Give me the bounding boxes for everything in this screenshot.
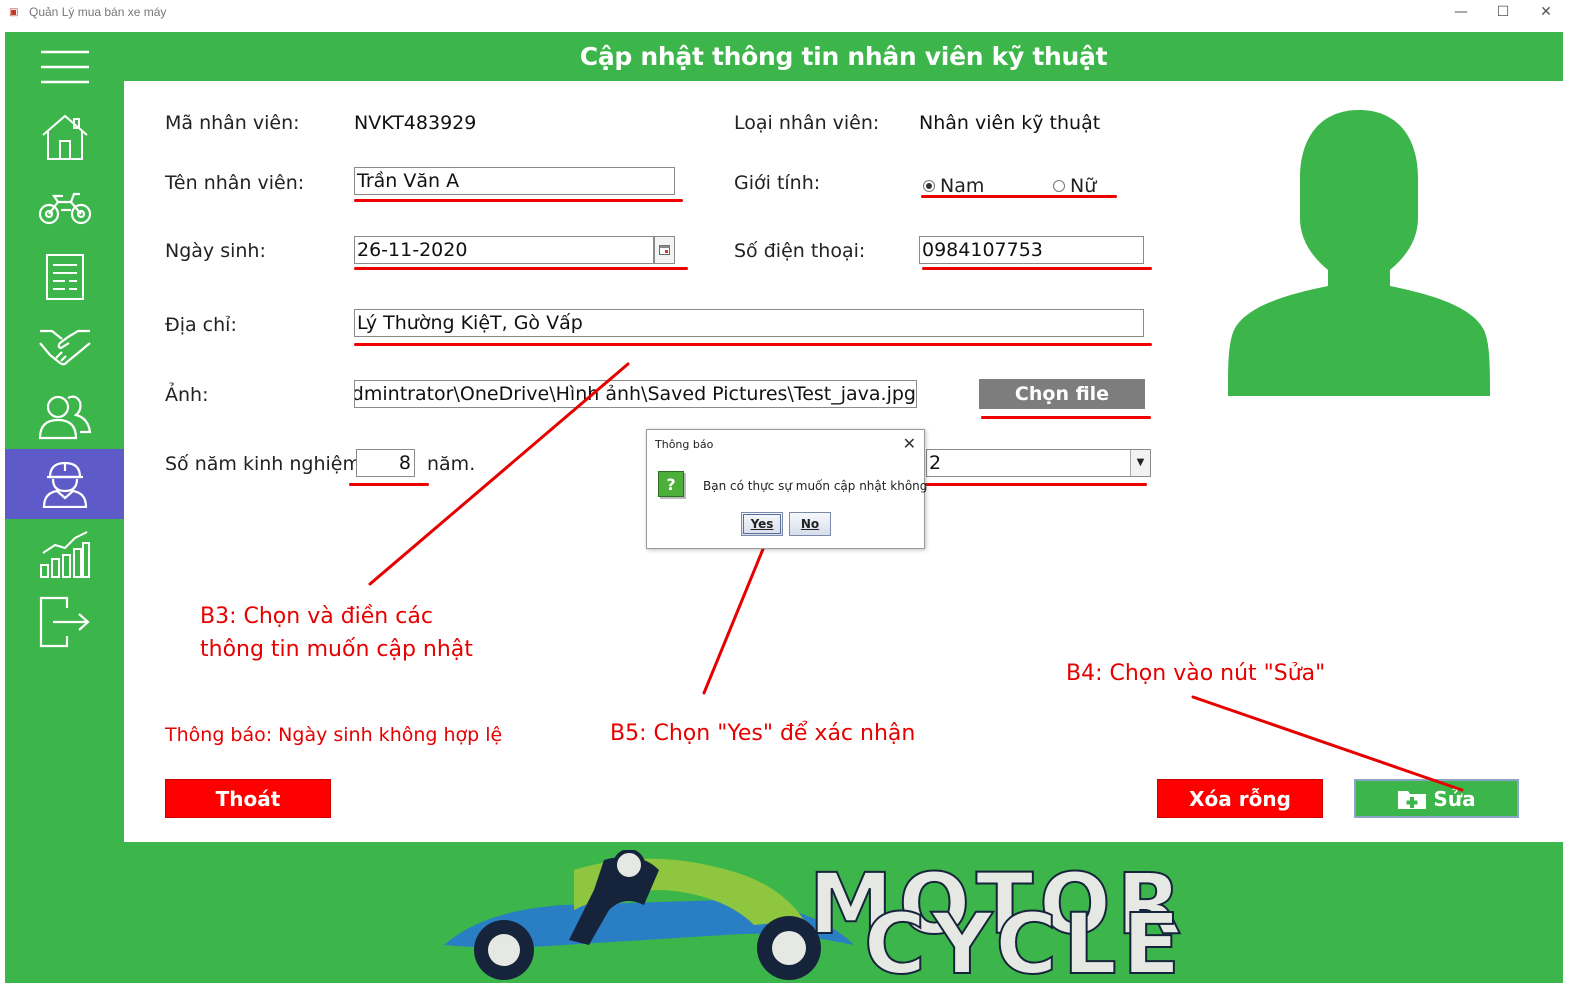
experience-input[interactable]: 8 bbox=[356, 449, 415, 477]
annotation-step-3-line-2: thông tin muốn cập nhật bbox=[200, 637, 473, 662]
add-folder-icon bbox=[1398, 790, 1427, 809]
technician-icon bbox=[42, 461, 87, 508]
status-message: Thông báo: Ngày sinh không hợp lệ bbox=[165, 724, 503, 746]
experience-unit: năm. bbox=[427, 453, 476, 475]
sidebar-item-invoices[interactable] bbox=[5, 242, 124, 312]
choose-file-button[interactable]: Chọn file bbox=[979, 379, 1145, 409]
gender-male-label: Nam bbox=[940, 175, 985, 197]
dialog-title: Thông báo bbox=[655, 438, 714, 451]
statistics-icon bbox=[39, 531, 90, 578]
experience-label: Số năm kinh nghiệm: bbox=[165, 453, 368, 475]
annotation-underline bbox=[922, 267, 1152, 270]
sidebar-item-home[interactable] bbox=[5, 102, 124, 172]
address-input[interactable]: Lý Thường KiệT, Gò Vấp bbox=[354, 309, 1144, 337]
gender-female-label: Nữ bbox=[1070, 175, 1097, 197]
annotation-underline bbox=[926, 483, 1147, 486]
customers-icon bbox=[38, 395, 91, 440]
sidebar-item-deals[interactable] bbox=[5, 312, 124, 382]
level-select-value: 2 bbox=[929, 452, 942, 474]
handshake-icon bbox=[38, 329, 91, 366]
date-picker-button[interactable] bbox=[654, 236, 675, 264]
annotation-step-4: B4: Chọn vào nút "Sửa" bbox=[1066, 661, 1326, 686]
annotation-underline bbox=[921, 195, 1117, 198]
photo-path-input[interactable]: C:\Users\Admintrator\OneDrive\Hình ảnh\S… bbox=[354, 380, 917, 408]
annotation-step-3-line-1: B3: Chọn và điền các bbox=[200, 604, 433, 629]
photo-label: Ảnh: bbox=[165, 384, 209, 406]
app-icon: ▣ bbox=[9, 7, 19, 18]
annotation-underline bbox=[354, 343, 1152, 346]
sidebar bbox=[5, 32, 124, 983]
minimize-button[interactable]: — bbox=[1446, 3, 1476, 23]
motorcycle-banner: MOTOR CYCLE bbox=[124, 842, 1563, 983]
sidebar-item-technicians[interactable] bbox=[5, 449, 124, 519]
sidebar-item-logout[interactable] bbox=[5, 587, 124, 657]
avatar bbox=[1228, 110, 1490, 396]
annotation-underline bbox=[354, 267, 688, 270]
employee-type-value: Nhân viên kỹ thuật bbox=[919, 112, 1101, 134]
sidebar-menu-toggle[interactable] bbox=[5, 32, 124, 102]
dob-label: Ngày sinh: bbox=[165, 240, 266, 262]
close-window-button[interactable]: ✕ bbox=[1531, 3, 1561, 23]
dialog-yes-button[interactable]: Yes bbox=[741, 512, 783, 536]
exit-button[interactable]: Thoát bbox=[165, 779, 331, 818]
dialog-no-button[interactable]: No bbox=[789, 512, 831, 536]
menu-icon bbox=[40, 50, 89, 84]
document-icon bbox=[45, 254, 84, 300]
employee-id-value: NVKT483929 bbox=[354, 112, 477, 134]
window-title: Quản Lý mua bán xe máy bbox=[29, 5, 167, 19]
clear-button[interactable]: Xóa rỗng bbox=[1157, 779, 1323, 818]
gender-radio-male[interactable]: Nam bbox=[923, 175, 984, 197]
banner-word-2: CYCLE bbox=[863, 895, 1187, 983]
employee-id-label: Mã nhân viên: bbox=[165, 112, 300, 134]
gender-label: Giới tính: bbox=[734, 172, 821, 194]
gender-radio-female[interactable]: Nữ bbox=[1053, 175, 1096, 197]
radio-dot-selected bbox=[923, 180, 935, 192]
page-header: Cập nhật thông tin nhân viên kỹ thuật bbox=[124, 32, 1563, 81]
page-title: Cập nhật thông tin nhân viên kỹ thuật bbox=[579, 42, 1108, 71]
name-input[interactable]: Trần Văn A bbox=[354, 167, 675, 195]
address-label: Địa chỉ: bbox=[165, 314, 237, 336]
phone-input[interactable]: 0984107753 bbox=[919, 236, 1144, 264]
confirm-dialog: Thông báo ✕ ? Bạn có thực sự muốn cập nh… bbox=[646, 429, 928, 549]
maximize-button[interactable]: ☐ bbox=[1488, 3, 1518, 23]
calendar-icon bbox=[659, 245, 670, 255]
logout-icon bbox=[39, 596, 90, 648]
employee-type-label: Loại nhân viên: bbox=[734, 112, 880, 134]
question-icon: ? bbox=[658, 471, 684, 497]
home-icon bbox=[41, 114, 88, 160]
level-select[interactable]: 2 ▼ bbox=[926, 449, 1151, 477]
annotation-underline bbox=[981, 416, 1151, 419]
sidebar-item-customers[interactable] bbox=[5, 382, 124, 452]
annotation-underline bbox=[354, 199, 683, 202]
sidebar-item-motorbikes[interactable] bbox=[5, 172, 124, 242]
annotation-underline bbox=[349, 483, 429, 486]
sidebar-item-statistics[interactable] bbox=[5, 519, 124, 589]
dialog-message: Bạn có thực sự muốn cập nhật không bbox=[703, 479, 928, 493]
motorbike-icon bbox=[38, 192, 91, 225]
window-titlebar: ▣ Quản Lý mua bán xe máy — ☐ ✕ bbox=[0, 0, 1581, 30]
motorcycle-logo bbox=[444, 850, 854, 980]
dialog-close-icon[interactable]: ✕ bbox=[903, 434, 916, 453]
edit-button-label: Sửa bbox=[1433, 786, 1476, 811]
chevron-down-icon: ▼ bbox=[1130, 450, 1150, 476]
radio-dot bbox=[1053, 180, 1065, 192]
dob-input[interactable]: 26-11-2020 bbox=[354, 236, 654, 264]
edit-button[interactable]: Sửa bbox=[1354, 779, 1519, 818]
phone-label: Số điện thoại: bbox=[734, 240, 866, 262]
name-label: Tên nhân viên: bbox=[165, 172, 305, 194]
annotation-step-5: B5: Chọn "Yes" để xác nhận bbox=[610, 721, 916, 746]
annotation-step-3: B3: Chọn và điền các thông tin muốn cập … bbox=[200, 600, 473, 666]
